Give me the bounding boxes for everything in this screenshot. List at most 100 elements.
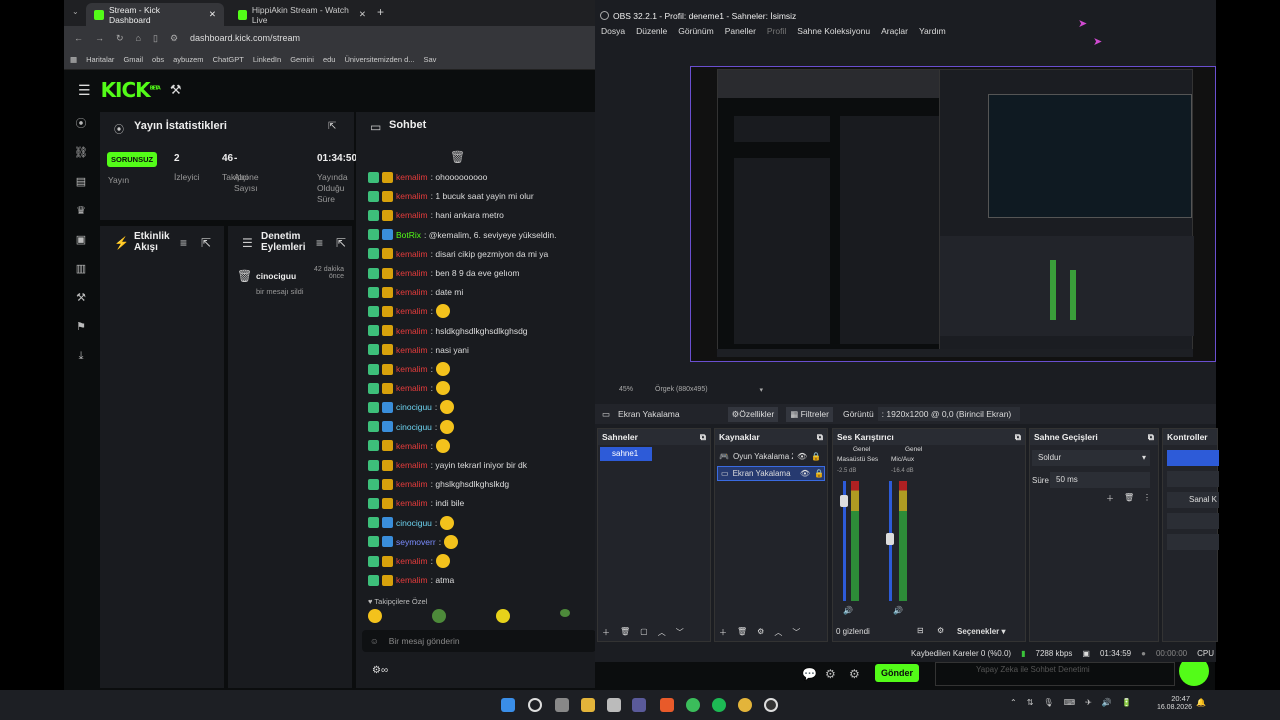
emote[interactable] [436, 304, 451, 319]
lock-icon[interactable]: 🔒 [814, 469, 824, 478]
menu-araclar[interactable]: Araçlar [881, 26, 908, 40]
brave-icon[interactable] [660, 698, 674, 712]
popout-icon[interactable]: ⇱ [336, 236, 346, 250]
bookmark-obs[interactable]: obs [152, 55, 164, 64]
wrench-icon[interactable]: ⚒ [74, 292, 88, 304]
bookmark-maps[interactable]: Haritalar [86, 55, 114, 64]
filters-button[interactable]: ▦ Filtreler [786, 406, 833, 422]
file-explorer-icon[interactable] [581, 698, 595, 712]
chat-username[interactable]: kemalim [396, 249, 428, 259]
trash-icon[interactable]: 🗑 [737, 627, 747, 638]
close-icon[interactable]: ✕ [359, 9, 366, 20]
collapse-icon[interactable]: ⊟ [917, 626, 924, 635]
popout-icon[interactable]: ⧉ [1148, 429, 1154, 445]
menu-duzenle[interactable]: Düzenle [636, 26, 667, 40]
record-button[interactable] [1167, 471, 1219, 487]
chat-username[interactable]: kemalim [396, 556, 428, 566]
kick-logo[interactable]: KICKBETA [101, 78, 161, 102]
start-stream-button[interactable] [1167, 450, 1219, 466]
transition-select[interactable]: Soldur ▾ [1032, 450, 1150, 466]
filter-icon[interactable]: ≡ [180, 236, 187, 250]
options-button[interactable]: Seçenekler ▾ [957, 627, 1006, 636]
chat-username[interactable]: kemalim [396, 441, 428, 451]
slider-handle[interactable] [886, 533, 894, 545]
popout-icon[interactable]: ⧉ [700, 429, 706, 445]
gear-icon[interactable]: ⚙ [757, 627, 764, 638]
split-icon[interactable]: ▯ [153, 33, 158, 44]
send-button[interactable]: Gönder [875, 664, 920, 682]
settings-icon[interactable]: ⚙ [849, 667, 860, 681]
emote[interactable] [436, 362, 451, 376]
chart-icon[interactable]: ▥ [74, 263, 88, 275]
tab-hippiakin-stream[interactable]: HippiAkin Stream - Watch Live ✕ [230, 3, 374, 26]
tab-list-icon[interactable]: ⌄ [72, 7, 79, 16]
menu-yardim[interactable]: Yardım [919, 26, 946, 40]
emote[interactable] [444, 534, 459, 549]
hammer-icon[interactable]: ⚒ [170, 82, 182, 98]
menu-dosya[interactable]: Dosya [601, 26, 625, 40]
chat-username[interactable]: BotRix [396, 230, 421, 240]
mod-user[interactable]: cinociguu [256, 271, 296, 281]
filter-icon[interactable]: ▢ [640, 627, 648, 638]
studio-mode-button[interactable] [1167, 513, 1219, 529]
chat-username[interactable]: kemalim [396, 479, 428, 489]
bookmark-chatgpt[interactable]: ChatGPT [213, 55, 244, 64]
notification-icon[interactable]: 🔔 [1196, 698, 1206, 707]
down-icon[interactable]: ﹀ [792, 627, 800, 638]
chat-username[interactable]: kemalim [396, 172, 428, 182]
download-icon[interactable]: ⤓ [74, 350, 88, 362]
chat-input[interactable]: ☺ Bir mesaj gönderin [362, 630, 596, 652]
add-icon[interactable]: ＋ [1106, 493, 1114, 504]
analytics-icon[interactable]: ▤ [74, 176, 88, 188]
channel-name[interactable]: Masaüstü Ses [837, 456, 878, 463]
task-view-icon[interactable] [555, 698, 569, 712]
start-icon[interactable] [501, 698, 515, 712]
source-item[interactable]: 🎮 Oyun Yakalama 2 👁 🔒 [719, 449, 825, 463]
properties-button[interactable]: ⚙Özellikler [727, 406, 779, 422]
chrome-icon[interactable] [738, 698, 752, 712]
chat-username[interactable]: kemalim [396, 268, 428, 278]
emote[interactable] [560, 609, 570, 617]
menu-sahne-koleksiyonu[interactable]: Sahne Koleksiyonu [797, 26, 870, 40]
trash-icon[interactable]: 🗑 [1124, 493, 1134, 502]
stream-icon[interactable]: ⦿ [74, 118, 88, 130]
obs-preview[interactable] [690, 66, 1216, 362]
home-icon[interactable]: ⌂ [136, 33, 141, 43]
trash-icon[interactable]: 🗑 [620, 627, 630, 638]
zoom-level[interactable]: 45% [619, 386, 633, 398]
chat-username[interactable]: kemalim [396, 364, 428, 374]
popout-icon[interactable]: ⇱ [328, 121, 336, 132]
up-icon[interactable]: ︿ [774, 627, 782, 638]
down-icon[interactable]: ﹀ [676, 627, 684, 638]
channel-name[interactable]: Mic/Aux [891, 456, 914, 463]
emote[interactable] [440, 419, 455, 434]
url-field[interactable]: dashboard.kick.com/stream [190, 33, 300, 43]
menu-profil[interactable]: Profil [767, 26, 786, 40]
trophy-icon[interactable]: ♛ [74, 205, 88, 217]
chat-username[interactable]: kemalim [396, 326, 428, 336]
add-icon[interactable]: ＋ [602, 627, 610, 638]
emote[interactable] [436, 381, 451, 396]
gear-icon[interactable]: ⚙ [937, 626, 944, 635]
settings-icon[interactable]: ⚙∞ [372, 665, 388, 676]
emote[interactable] [440, 515, 455, 530]
chat-username[interactable]: kemalim [396, 460, 428, 470]
speaker-icon[interactable]: 🔊 [843, 606, 853, 615]
source-item-selected[interactable]: ▭ Ekran Yakalama 👁 🔒 [717, 466, 825, 481]
bookmark-gmail[interactable]: Gmail [123, 55, 143, 64]
clock-date[interactable]: 16.08.2026 [1150, 704, 1192, 711]
chat-username[interactable]: seymoverr [396, 537, 436, 547]
settings-button[interactable] [1167, 534, 1219, 550]
bookmark-sav[interactable]: Sav [424, 55, 437, 64]
canvas-size[interactable]: Örgek (880x495) [655, 386, 708, 398]
reload-icon[interactable]: ↻ [116, 33, 124, 44]
menu-icon[interactable]: ☰ [78, 82, 91, 99]
menu-gorunum[interactable]: Görünüm [678, 26, 713, 40]
eye-icon[interactable]: 👁 [797, 452, 807, 461]
virtual-camera-button[interactable]: Sanal K [1167, 492, 1219, 508]
chat-username[interactable]: kemalim [396, 345, 428, 355]
chevron-down-icon[interactable]: ▾ [760, 386, 764, 398]
emote[interactable] [440, 400, 455, 415]
chat-bubble-icon[interactable]: 💬 [802, 667, 817, 681]
tray-icons[interactable]: ⌃⇅🎙⌨✈🔊🔋 [1010, 698, 1142, 707]
